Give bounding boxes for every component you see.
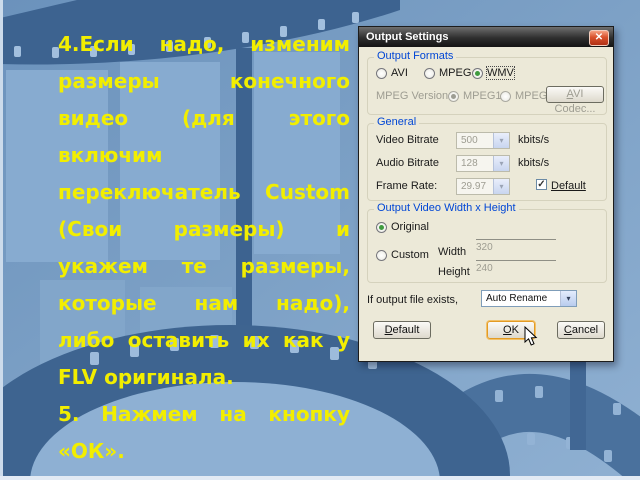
video-bitrate-combo: 500 ▾ [456, 132, 510, 149]
output-formats-group-title: Output Formats [374, 50, 457, 62]
original-radio-label[interactable]: Original [391, 221, 429, 233]
audio-bitrate-combo: 128 ▾ [456, 155, 510, 172]
default-checkbox[interactable]: ✓ [536, 179, 547, 190]
output-size-group: Output Video Width x Height Original Cus… [367, 202, 607, 283]
slide-body-text: 4.Если надо, изменим размеры конечного в… [58, 26, 350, 470]
mpeg-radio[interactable] [424, 68, 435, 79]
presentation-slide: 4.Если надо, изменим размеры конечного в… [0, 0, 640, 480]
wmv-radio[interactable] [472, 68, 483, 79]
original-radio[interactable] [376, 222, 387, 233]
wmv-radio-label[interactable]: WMV [486, 66, 515, 80]
slide-step5-text: 5. Нажмем на кнопку «ОК». [58, 402, 350, 463]
video-bitrate-label: Video Bitrate [376, 134, 439, 146]
if-exists-label: If output file exists, [367, 294, 459, 306]
default-button[interactable]: Default [373, 321, 431, 339]
video-bitrate-unit: kbits/s [518, 134, 550, 146]
custom-radio[interactable] [376, 250, 387, 261]
mpeg-radio-label[interactable]: MPEG [439, 67, 471, 79]
audio-bitrate-unit: kbits/s [518, 157, 550, 169]
mpeg1-radio-label: MPEG1 [463, 90, 502, 102]
height-field: 240 [476, 260, 556, 274]
output-formats-group: Output Formats AVI MPEG WMV MPEG Version… [367, 50, 607, 115]
default-checkbox-label[interactable]: Default [551, 180, 586, 192]
dropdown-arrow-icon: ▾ [493, 179, 509, 194]
avi-radio[interactable] [376, 68, 387, 79]
avi-radio-label[interactable]: AVI [391, 67, 408, 79]
mouse-cursor-icon [524, 326, 538, 346]
mpeg1-radio [448, 91, 459, 102]
dialog-titlebar[interactable]: Output Settings ✕ [359, 27, 613, 47]
dialog-title: Output Settings [366, 31, 449, 43]
general-group-title: General [374, 116, 420, 128]
close-icon[interactable]: ✕ [589, 30, 609, 46]
output-size-group-title: Output Video Width x Height [374, 202, 519, 214]
if-exists-combo[interactable]: Auto Rename ▾ [481, 290, 577, 307]
custom-radio-label[interactable]: Custom [391, 249, 429, 261]
height-label: Height [438, 266, 470, 278]
slide-step4-text: 4.Если надо, изменим размеры конечного в… [58, 32, 350, 389]
output-settings-dialog: Output Settings ✕ Output Formats AVI MPE… [358, 26, 614, 362]
mpeg2-radio [500, 91, 511, 102]
frame-rate-combo: 29.97 ▾ [456, 178, 510, 195]
cancel-button[interactable]: Cancel [557, 321, 605, 339]
mpeg-version-label: MPEG Version: [376, 90, 452, 102]
avi-codec-button: AVI Codec... [546, 86, 604, 115]
width-field: 320 [476, 239, 556, 253]
audio-bitrate-label: Audio Bitrate [376, 157, 439, 169]
dropdown-arrow-icon: ▾ [493, 133, 509, 148]
frame-rate-label: Frame Rate: [376, 180, 438, 192]
width-label: Width [438, 246, 467, 258]
dropdown-arrow-icon: ▾ [493, 156, 509, 171]
dropdown-arrow-icon[interactable]: ▾ [560, 291, 576, 306]
general-group: General Video Bitrate 500 ▾ kbits/s Audi… [367, 116, 607, 201]
